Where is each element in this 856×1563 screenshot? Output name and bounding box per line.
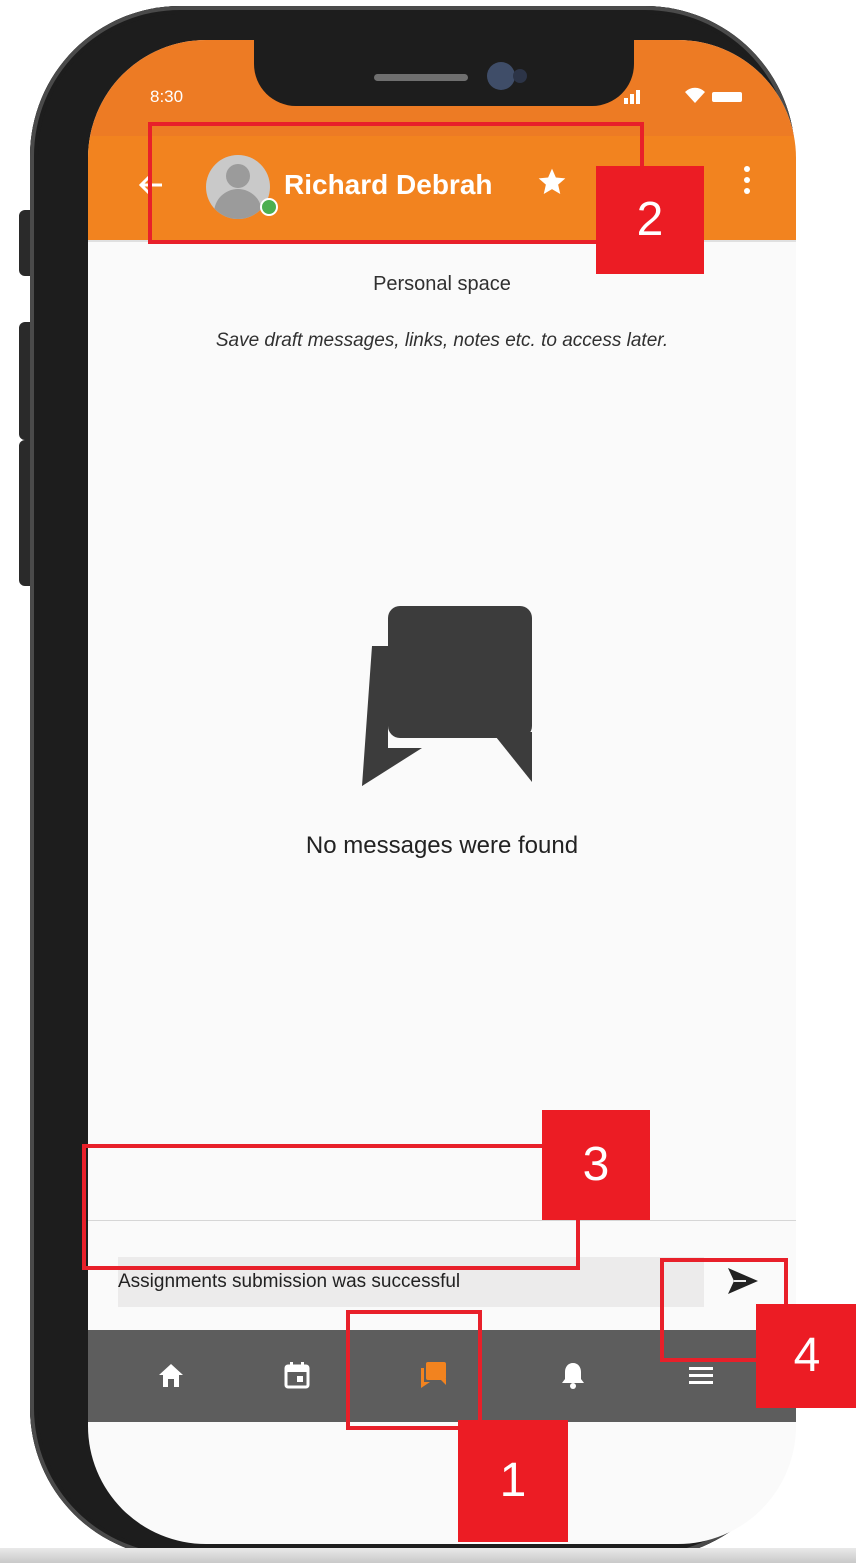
signal-icon	[622, 88, 646, 104]
calendar-icon	[284, 1362, 310, 1389]
sensor-icon	[513, 69, 527, 83]
camera-icon	[487, 62, 515, 90]
annotation-badge-2: 2	[596, 166, 704, 274]
annotation-badge-1: 1	[458, 1420, 568, 1542]
nav-calendar[interactable]	[252, 1330, 342, 1422]
nav-notifications[interactable]	[528, 1330, 618, 1422]
speaker-grille	[374, 74, 468, 81]
page-shadow	[0, 1548, 856, 1563]
home-icon	[159, 1364, 183, 1387]
phone-notch	[254, 40, 634, 106]
more-options-icon[interactable]	[742, 166, 752, 202]
section-subtitle: Save draft messages, links, notes etc. t…	[215, 330, 669, 351]
annotation-box-2	[148, 122, 644, 244]
annotation-box-1	[346, 1310, 482, 1430]
chat-bubbles-icon	[362, 606, 532, 786]
empty-state-message: No messages were found	[305, 832, 579, 859]
menu-icon	[689, 1367, 713, 1384]
annotation-badge-3: 3	[542, 1110, 650, 1220]
status-time: 8:30	[150, 87, 184, 106]
bell-icon	[562, 1363, 584, 1389]
battery-icon	[712, 92, 742, 102]
annotation-box-3	[82, 1144, 580, 1270]
wifi-icon	[684, 86, 708, 104]
annotation-badge-4: 4	[756, 1304, 856, 1408]
section-title: Personal space	[373, 273, 511, 295]
nav-home[interactable]	[126, 1330, 216, 1422]
